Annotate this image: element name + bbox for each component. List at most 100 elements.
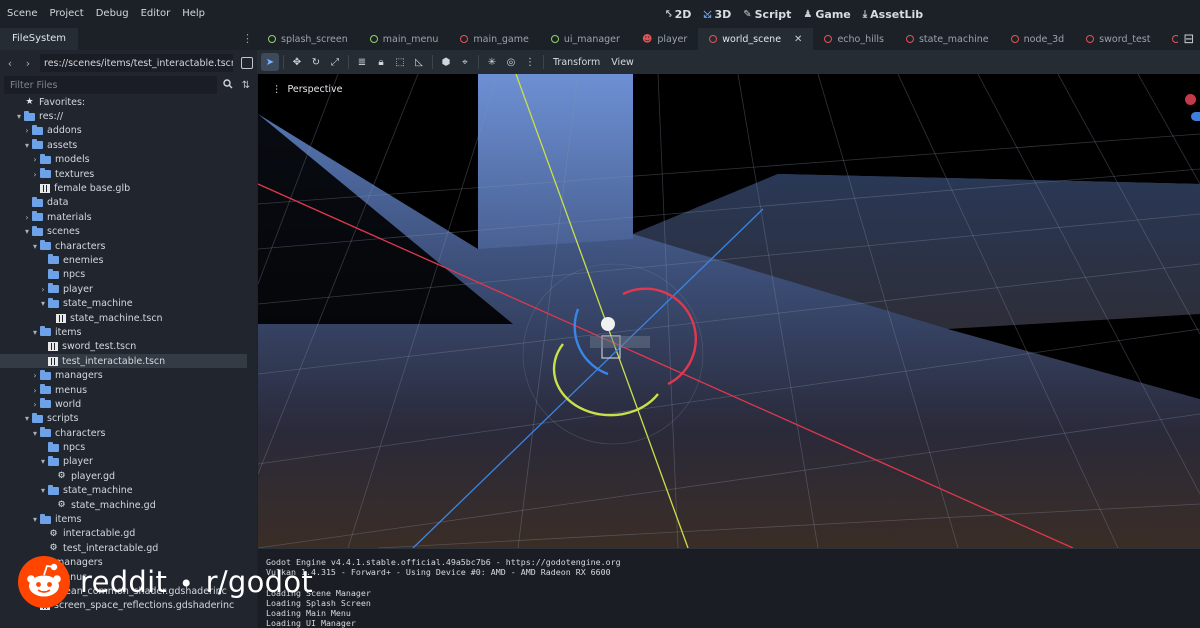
scale-mode-icon[interactable]: ⤢	[326, 53, 344, 71]
chevron-down-icon[interactable]: ▾	[30, 429, 40, 438]
workspace-2d[interactable]: ⤣ 2D	[666, 8, 691, 21]
tree-item[interactable]: ▾ scripts	[0, 412, 257, 426]
tree-item[interactable]: › models	[0, 153, 257, 167]
tab-splash-screen[interactable]: splash_screen	[257, 28, 359, 50]
tree-item[interactable]: sword_test.tscn	[0, 340, 257, 354]
chevron-right-icon[interactable]: ›	[30, 170, 40, 179]
chevron-down-icon[interactable]: ▾	[38, 457, 48, 466]
snap-icon[interactable]: ⌖	[456, 53, 474, 71]
tree-item[interactable]: › managers	[0, 368, 257, 382]
tree-item[interactable]: › materials	[0, 210, 257, 224]
chevron-down-icon[interactable]: ▾	[38, 486, 48, 495]
tree-item[interactable]: ▾ state_machine	[0, 484, 257, 498]
tab-main-menu[interactable]: main_menu	[359, 28, 450, 50]
view-menu[interactable]: View	[606, 57, 639, 68]
chevron-down-icon[interactable]: ▾	[22, 141, 32, 150]
lock-icon[interactable]: 🔒︎	[372, 53, 390, 71]
tree-item[interactable]: npcs	[0, 440, 257, 454]
add-tab-icon[interactable]: ⊟	[1178, 28, 1200, 50]
menu-debug[interactable]: Debug	[90, 0, 135, 28]
tab-sword-test[interactable]: sword_test	[1075, 28, 1161, 50]
chevron-down-icon[interactable]: ▾	[30, 242, 40, 251]
ruler-icon[interactable]: ◺	[410, 53, 428, 71]
chevron-right-icon[interactable]: ›	[22, 213, 32, 222]
tab-player[interactable]: ☻ player	[631, 28, 698, 50]
chevron-down-icon[interactable]: ▾	[22, 227, 32, 236]
close-icon[interactable]: ✕	[794, 34, 802, 45]
tree-item[interactable]: ▾ res://	[0, 109, 257, 123]
tree-item[interactable]: › addons	[0, 124, 257, 138]
workspace-game[interactable]: ♟ Game	[803, 8, 850, 21]
chevron-down-icon[interactable]: ▾	[30, 515, 40, 524]
environment-preview-icon[interactable]: ◎	[502, 53, 520, 71]
menu-project[interactable]: Project	[44, 0, 90, 28]
tab-filesystem[interactable]: FileSystem	[0, 28, 79, 50]
chevron-down-icon[interactable]: ▾	[22, 414, 32, 423]
view-gizmo-z-icon[interactable]	[1191, 112, 1200, 121]
tree-item[interactable]: ⚙ state_machine.gd	[0, 498, 257, 512]
tab-node-3d[interactable]: node_3d	[1000, 28, 1076, 50]
tree-item[interactable]: ▾ assets	[0, 138, 257, 152]
tab-ui-manager[interactable]: ui_manager	[540, 28, 631, 50]
dock-menu-icon[interactable]: ⋮	[242, 32, 253, 45]
workspace-3d[interactable]: ⤩ 3D	[703, 8, 731, 21]
tab-world-scene[interactable]: world_scene ✕	[698, 28, 814, 50]
workspace-assetlib[interactable]: ⤓ AssetLib	[863, 8, 923, 21]
tree-item[interactable]: test_interactable.tscn	[0, 354, 247, 369]
tree-item[interactable]: › menus	[0, 383, 257, 397]
tab-echo-hills[interactable]: echo_hills	[813, 28, 895, 50]
tree-item[interactable]: ▾ characters	[0, 426, 257, 440]
menu-scene[interactable]: Scene	[1, 0, 44, 28]
view-gizmo-x-icon[interactable]	[1185, 94, 1196, 105]
move-mode-icon[interactable]: ✥	[288, 53, 306, 71]
menu-help[interactable]: Help	[176, 0, 211, 28]
tree-item[interactable]: ▾ scenes	[0, 225, 257, 239]
split-view-icon[interactable]	[241, 57, 253, 69]
forward-arrow-icon[interactable]: ›	[22, 57, 34, 70]
tree-item[interactable]: ⚙ interactable.gd	[0, 527, 257, 541]
tree-item[interactable]: ⚙ player.gd	[0, 469, 257, 483]
menu-editor[interactable]: Editor	[135, 0, 177, 28]
select-mode-icon[interactable]: ➤	[261, 53, 279, 71]
chevron-right-icon[interactable]: ›	[38, 285, 48, 294]
tree-item[interactable]: npcs	[0, 268, 257, 282]
chevron-down-icon[interactable]: ▾	[14, 112, 24, 121]
more-icon[interactable]: ⋮	[521, 53, 539, 71]
sort-icon[interactable]: ⇅	[239, 80, 253, 91]
perspective-menu[interactable]: ⋮ Perspective	[272, 84, 343, 95]
sun-preview-icon[interactable]: ✳	[483, 53, 501, 71]
tree-item[interactable]: ▾ items	[0, 325, 257, 339]
3d-viewport[interactable]: ⋮ Perspective	[258, 74, 1200, 548]
tab-state-machine[interactable]: state_machine	[895, 28, 1000, 50]
list-select-icon[interactable]: ≣	[353, 53, 371, 71]
workspace-script[interactable]: ✎ Script	[743, 8, 791, 21]
tree-item[interactable]: enemies	[0, 253, 257, 267]
transform-menu[interactable]: Transform	[548, 57, 605, 68]
tree-item[interactable]: ▾ items	[0, 512, 257, 526]
chevron-right-icon[interactable]: ›	[30, 386, 40, 395]
rotate-mode-icon[interactable]: ↻	[307, 53, 325, 71]
group-icon[interactable]: ⬚	[391, 53, 409, 71]
tree-item[interactable]: ▾ characters	[0, 239, 257, 253]
tree-item[interactable]: › world	[0, 397, 257, 411]
filter-input[interactable]	[4, 76, 217, 94]
tab-main-game[interactable]: main_game	[449, 28, 539, 50]
chevron-right-icon[interactable]: ›	[30, 400, 40, 409]
path-input[interactable]	[40, 54, 233, 72]
tree-item[interactable]: ▾ player	[0, 455, 257, 469]
tree-item[interactable]: ★ Favorites:	[0, 95, 257, 109]
chevron-right-icon[interactable]: ›	[22, 126, 32, 135]
tree-item[interactable]: female base.glb	[0, 181, 257, 195]
tree-item[interactable]: › textures	[0, 167, 257, 181]
tree-item[interactable]: ▾ state_machine	[0, 296, 257, 310]
back-arrow-icon[interactable]: ‹	[4, 57, 16, 70]
local-space-icon[interactable]: ⬢	[437, 53, 455, 71]
tree-item[interactable]: › player	[0, 282, 257, 296]
chevron-down-icon[interactable]: ▾	[30, 328, 40, 337]
tree-item[interactable]: state_machine.tscn	[0, 311, 257, 325]
chevron-right-icon[interactable]: ›	[30, 155, 40, 164]
tree-item[interactable]: data	[0, 196, 257, 210]
search-icon[interactable]	[221, 78, 235, 92]
chevron-right-icon[interactable]: ›	[30, 371, 40, 380]
chevron-down-icon[interactable]: ▾	[38, 299, 48, 308]
